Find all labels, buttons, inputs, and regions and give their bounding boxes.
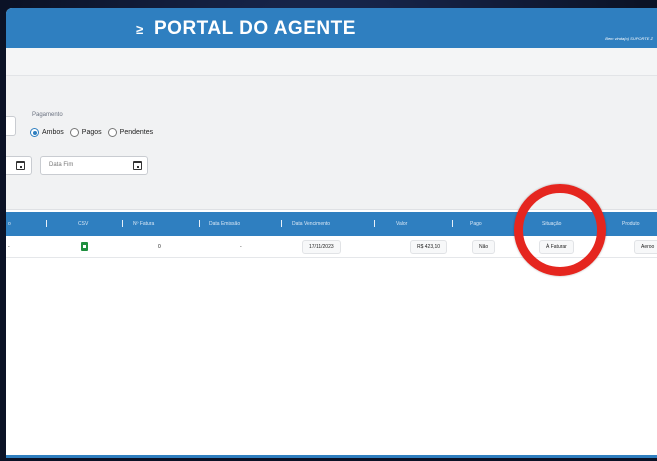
app-header: ≥ PORTAL DO AGENTE Bem vinda(o) SUPORTE …	[6, 8, 657, 48]
date-end-placeholder: Data Fim	[49, 162, 74, 168]
calendar-icon[interactable]	[16, 161, 25, 170]
calendar-icon[interactable]	[133, 161, 142, 170]
app-title-text: PORTAL DO AGENTE	[154, 18, 356, 39]
payment-radio-group: Ambos Pagos Pendentes	[30, 128, 153, 137]
col-header-produto[interactable]: Produto	[622, 221, 640, 227]
col-header-first: o	[8, 221, 11, 227]
cell-emissao: -	[240, 244, 242, 250]
radio-pagos-label: Pagos	[81, 129, 102, 136]
col-header-csv[interactable]: CSV	[78, 221, 88, 227]
highlight-annotation	[514, 184, 606, 276]
column-separator[interactable]	[199, 220, 200, 227]
cell-first: -	[8, 244, 10, 250]
radio-dot[interactable]	[30, 128, 39, 137]
cell-produto: Aeroo	[634, 240, 657, 254]
col-header-fatura[interactable]: Nº Fatura	[133, 221, 154, 227]
cell-pago: Não	[472, 240, 496, 254]
app-title: ≥ PORTAL DO AGENTE	[136, 18, 356, 40]
column-separator[interactable]	[374, 220, 375, 227]
cell-valor: R$ 423,10	[410, 240, 448, 254]
csv-file-icon[interactable]	[81, 242, 88, 251]
column-separator[interactable]	[46, 220, 47, 227]
col-header-pago[interactable]: Pago	[470, 221, 482, 227]
welcome-text: Bem vinda(o) SUPORTE Z	[605, 36, 653, 41]
date-end-input[interactable]: Data Fim	[40, 156, 148, 175]
radio-pendentes[interactable]: Pendentes	[107, 128, 154, 137]
radio-pagos[interactable]: Pagos	[69, 128, 102, 137]
partial-input-left[interactable]	[6, 116, 16, 136]
radio-pendentes-label: Pendentes	[119, 129, 154, 136]
payment-label: Pagamento	[32, 112, 63, 118]
col-header-valor[interactable]: Valor	[396, 221, 407, 227]
screenshot-frame: ≥ PORTAL DO AGENTE Bem vinda(o) SUPORTE …	[0, 0, 657, 461]
column-separator[interactable]	[281, 220, 282, 227]
col-header-vencimento[interactable]: Data Vencimento	[292, 221, 330, 227]
column-separator[interactable]	[122, 220, 123, 227]
column-separator[interactable]	[452, 220, 453, 227]
date-start-input[interactable]	[6, 156, 32, 175]
radio-dot[interactable]	[107, 128, 117, 137]
menu-icon[interactable]: ≥	[136, 23, 148, 36]
cell-fatura: 0	[158, 244, 161, 250]
cell-vencimento: 17/11/2023	[302, 240, 341, 254]
bottom-border	[6, 455, 657, 458]
radio-dot[interactable]	[69, 128, 79, 137]
sub-toolbar	[6, 48, 657, 76]
radio-ambos-label: Ambos	[42, 129, 64, 136]
col-header-emissao[interactable]: Data Emissão	[209, 221, 240, 227]
radio-ambos[interactable]: Ambos	[30, 128, 64, 137]
